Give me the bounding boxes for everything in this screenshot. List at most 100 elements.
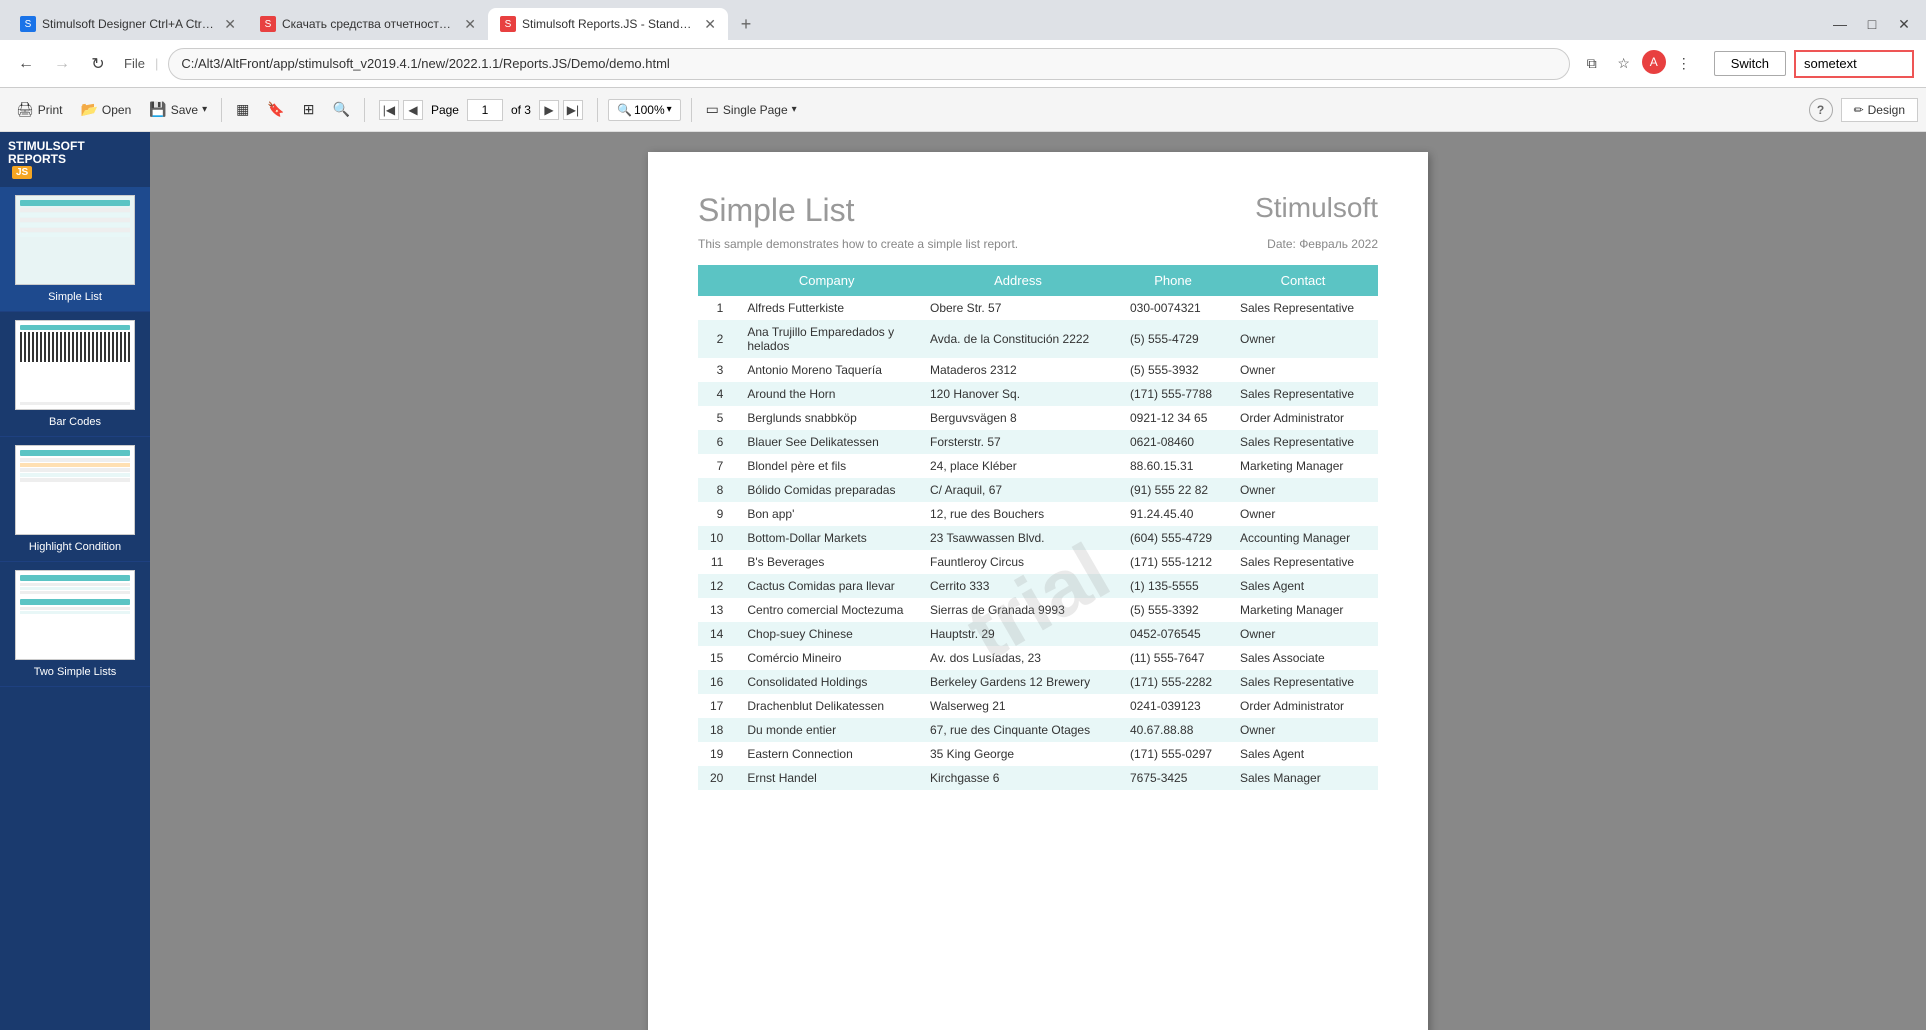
tab-3-close[interactable]: ✕ [704, 16, 716, 33]
switch-button[interactable]: Switch [1714, 51, 1786, 76]
thumb-two-lists [15, 570, 135, 660]
view-mode-button[interactable]: ▭ Single Page ▾ [698, 97, 805, 122]
print-button[interactable]: 🖨 Print [8, 97, 70, 122]
cell-contact: Owner [1228, 502, 1378, 526]
tab-2-close[interactable]: ✕ [464, 16, 476, 33]
sidebar-item-two-lists[interactable]: Two Simple Lists [0, 562, 150, 687]
cell-num: 8 [698, 478, 735, 502]
table-row: 6Blauer See DelikatessenForsterstr. 5706… [698, 430, 1378, 454]
cell-num: 6 [698, 430, 735, 454]
close-button[interactable]: ✕ [1890, 10, 1918, 38]
design-button[interactable]: ✏ Design [1841, 98, 1918, 122]
find-button[interactable]: 🔍 [325, 97, 358, 122]
cell-company: B's Beverages [735, 550, 918, 574]
open-label: Open [102, 103, 131, 117]
thumb-simple-list [15, 195, 135, 285]
back-button[interactable]: ← [12, 50, 40, 78]
profile-icon[interactable]: A [1642, 50, 1666, 74]
address-input[interactable] [168, 48, 1569, 80]
refresh-button[interactable]: ↻ [84, 50, 112, 78]
extensions-icon[interactable]: ⧉ [1578, 50, 1606, 78]
design-label: Design [1868, 103, 1905, 117]
page-navigation: |◀ ◀ Page of 3 ▶ ▶| [379, 99, 583, 121]
next-page-button[interactable]: ▶ [539, 100, 559, 120]
cell-num: 10 [698, 526, 735, 550]
minimize-button[interactable]: — [1826, 10, 1854, 38]
cell-company: Bon app' [735, 502, 918, 526]
forward-button[interactable]: → [48, 50, 76, 78]
cell-phone: (91) 555 22 82 [1118, 478, 1228, 502]
help-button[interactable]: ? [1809, 98, 1833, 122]
zoom-button[interactable]: 🔍 100% ▾ [608, 99, 681, 121]
bookmark-icon[interactable]: ☆ [1610, 50, 1638, 78]
cell-address: Kirchgasse 6 [918, 766, 1118, 790]
tab-3[interactable]: S Stimulsoft Reports.JS - Standalor... ✕ [488, 8, 728, 40]
cell-contact: Order Administrator [1228, 694, 1378, 718]
view-icon: ▭ [706, 101, 719, 118]
sidebar-item-simple-list[interactable]: Simple List [0, 187, 150, 312]
params-button[interactable]: ⊞ [295, 97, 323, 122]
cell-address: Walserweg 21 [918, 694, 1118, 718]
app-container: 🖨 Print 📂 Open 💾 Save ▾ ▦ 🔖 ⊞ 🔍 |◀ ◀ [0, 88, 1926, 1030]
page-number-input[interactable] [467, 99, 503, 121]
save-icon: 💾 [149, 101, 166, 118]
toolbar-separator-3 [597, 98, 598, 122]
cell-phone: (5) 555-4729 [1118, 320, 1228, 358]
cell-address: Av. dos Lusíadas, 23 [918, 646, 1118, 670]
first-page-button[interactable]: |◀ [379, 100, 399, 120]
sidebar-label-bar-codes: Bar Codes [49, 416, 101, 428]
sometext-input[interactable] [1794, 50, 1914, 78]
cell-phone: (5) 555-3932 [1118, 358, 1228, 382]
sidebar-item-highlight[interactable]: Highlight Condition [0, 437, 150, 562]
cell-company: Antonio Moreno Taquería [735, 358, 918, 382]
sidebar-label-simple-list: Simple List [48, 291, 102, 303]
cell-address: 24, place Kléber [918, 454, 1118, 478]
page-label: Page [431, 103, 459, 117]
main-area: STIMULSOFT REPORTS JS [0, 132, 1926, 1030]
cell-num: 3 [698, 358, 735, 382]
tab-1[interactable]: S Stimulsoft Designer Ctrl+A Ctrl+... ✕ [8, 8, 248, 40]
cell-company: Alfreds Futterkiste [735, 296, 918, 320]
save-button[interactable]: 💾 Save ▾ [141, 97, 215, 122]
thumbnails-button[interactable]: ▦ [228, 97, 257, 122]
cell-phone: (604) 555-4729 [1118, 526, 1228, 550]
table-row: 7Blondel père et fils24, place Kléber88.… [698, 454, 1378, 478]
cell-num: 5 [698, 406, 735, 430]
table-body: 1Alfreds FutterkisteObere Str. 57030-007… [698, 296, 1378, 790]
table-row: 15Comércio MineiroAv. dos Lusíadas, 23(1… [698, 646, 1378, 670]
cell-phone: 030-0074321 [1118, 296, 1228, 320]
report-meta: This sample demonstrates how to create a… [698, 237, 1378, 253]
table-row: 18Du monde entier67, rue des Cinquante O… [698, 718, 1378, 742]
cell-contact: Accounting Manager [1228, 526, 1378, 550]
report-area[interactable]: trial Simple List Stimulsoft This sample… [150, 132, 1926, 1030]
new-tab-button[interactable]: + [732, 10, 760, 38]
tab-2[interactable]: S Скачать средства отчетности и ... ✕ [248, 8, 488, 40]
tab-1-close[interactable]: ✕ [224, 16, 236, 33]
sidebar-item-bar-codes[interactable]: Bar Codes [0, 312, 150, 437]
report-subtitle: This sample demonstrates how to create a… [698, 237, 1018, 251]
bookmark-panel-button[interactable]: 🔖 [259, 97, 292, 122]
open-button[interactable]: 📂 Open [72, 97, 139, 122]
table-row: 3Antonio Moreno TaqueríaMataderos 2312(5… [698, 358, 1378, 382]
cell-address: 120 Hanover Sq. [918, 382, 1118, 406]
logo-area: STIMULSOFT REPORTS JS [0, 132, 150, 187]
browser-window: S Stimulsoft Designer Ctrl+A Ctrl+... ✕ … [0, 0, 1926, 88]
sidebar-label-highlight: Highlight Condition [29, 541, 121, 553]
cell-contact: Sales Representative [1228, 296, 1378, 320]
report-title: Simple List [698, 192, 855, 229]
last-page-button[interactable]: ▶| [563, 100, 583, 120]
save-dropdown-icon[interactable]: ▾ [202, 104, 207, 115]
address-bar: ← → ↻ File | ⧉ ☆ A ⋮ Switch [0, 40, 1926, 88]
prev-page-button[interactable]: ◀ [403, 100, 423, 120]
window-controls: — □ ✕ [1826, 10, 1918, 38]
cell-contact: Owner [1228, 320, 1378, 358]
cell-company: Blauer See Delikatessen [735, 430, 918, 454]
cell-address: 35 King George [918, 742, 1118, 766]
cell-contact: Sales Representative [1228, 382, 1378, 406]
maximize-button[interactable]: □ [1858, 10, 1886, 38]
cell-contact: Sales Agent [1228, 742, 1378, 766]
cell-company: Drachenblut Delikatessen [735, 694, 918, 718]
more-button[interactable]: ⋮ [1670, 50, 1698, 78]
cell-contact: Sales Manager [1228, 766, 1378, 790]
table-header-row: Company Address Phone Contact [698, 265, 1378, 296]
